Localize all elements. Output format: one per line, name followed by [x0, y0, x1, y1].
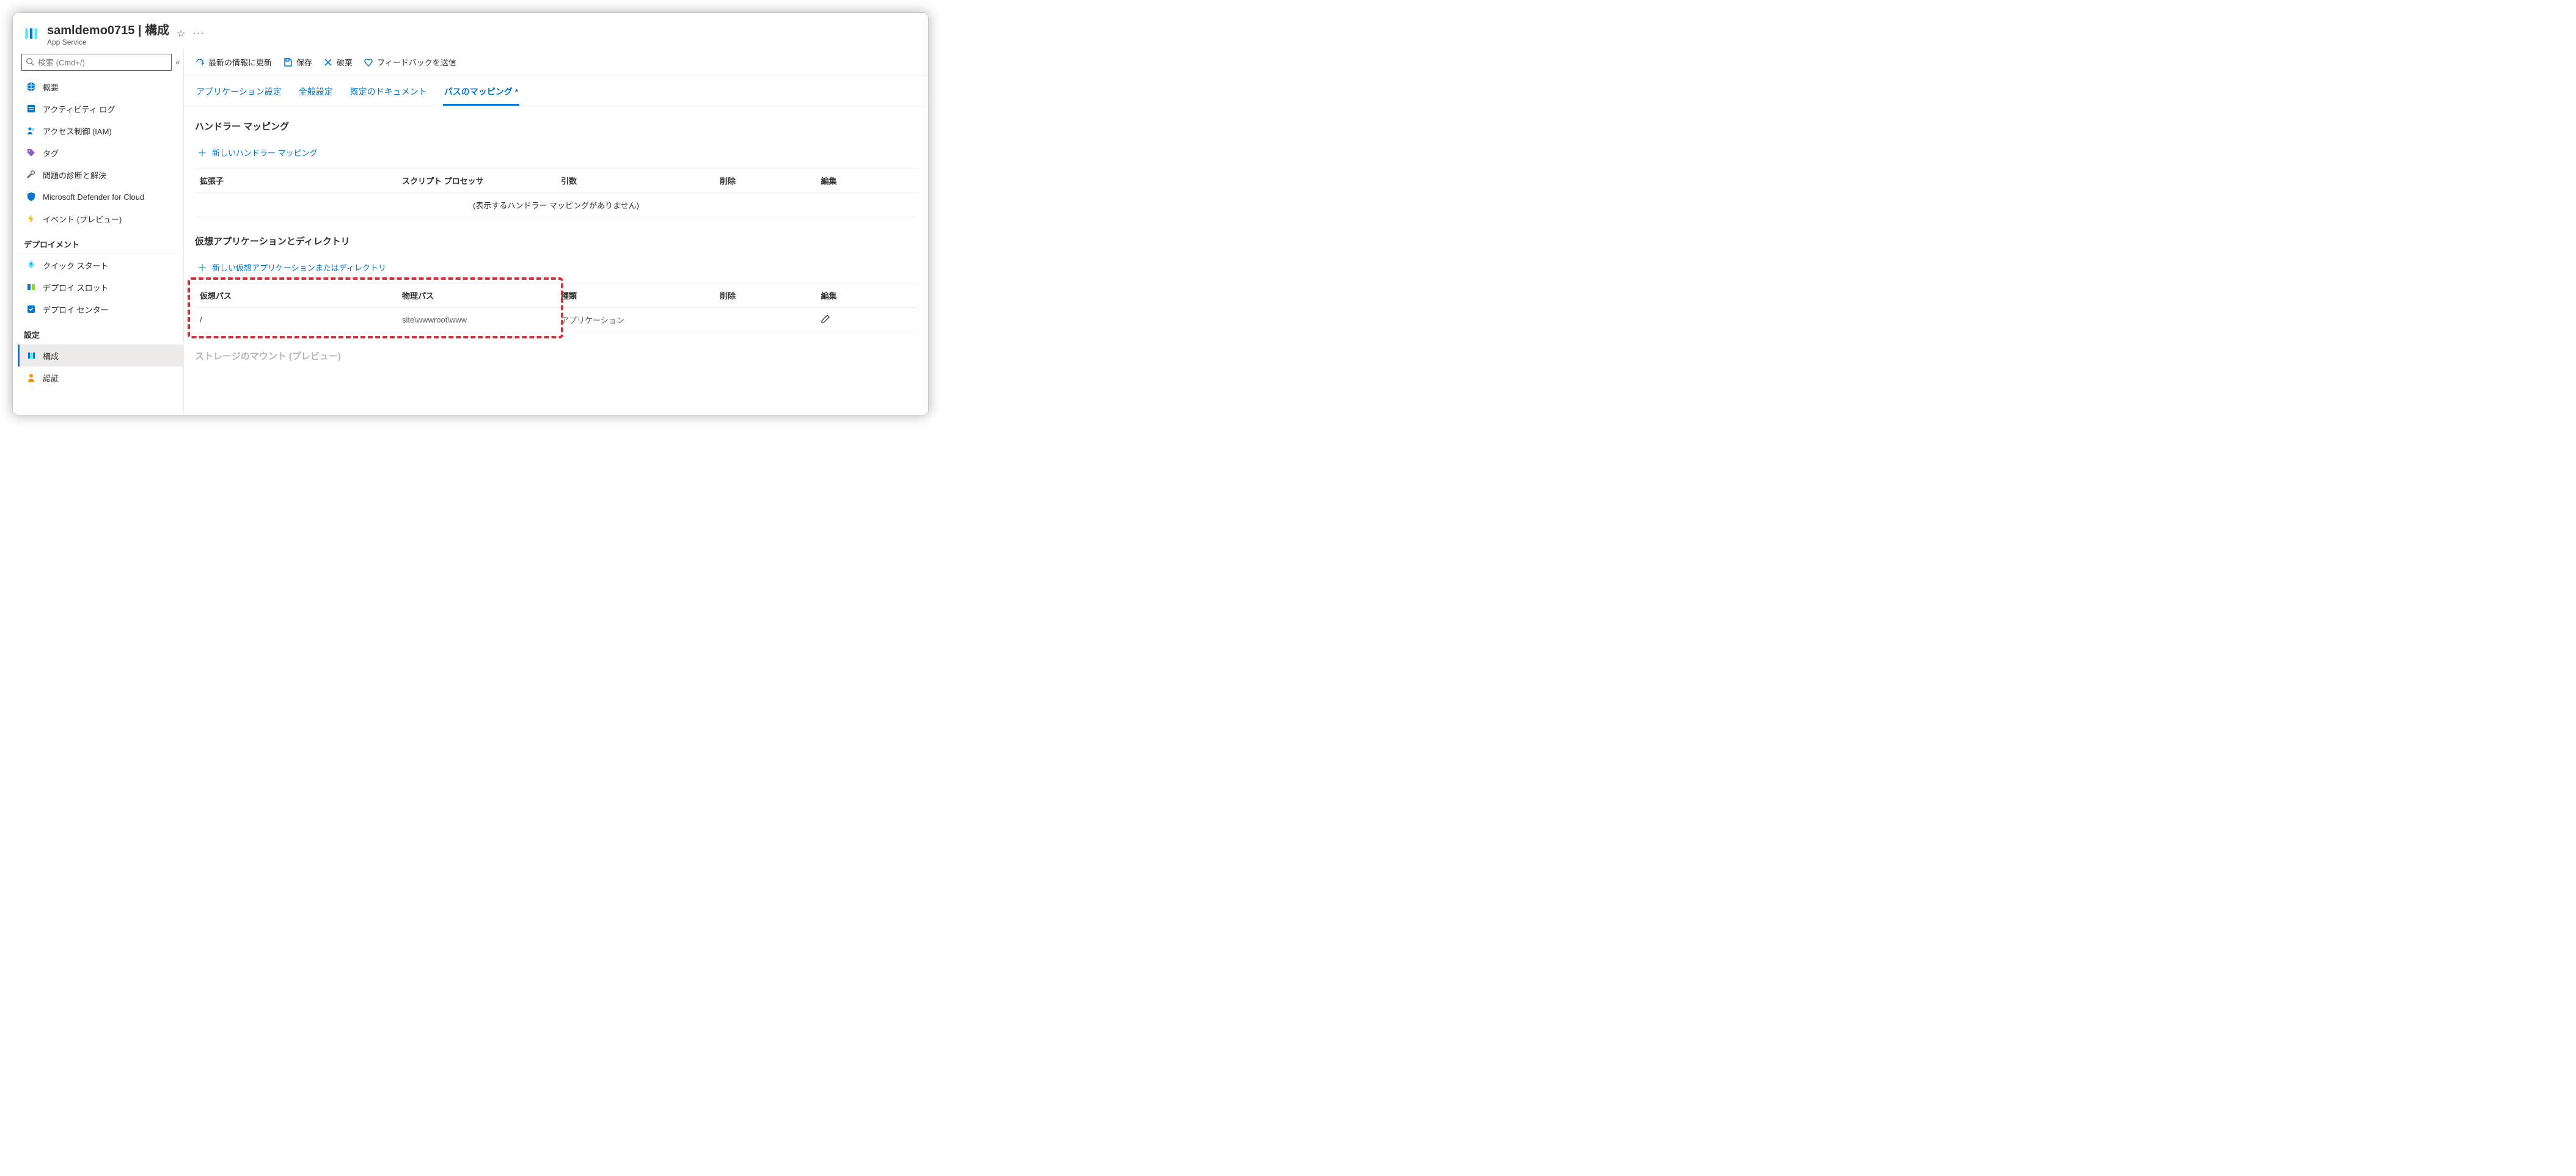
handler-mappings-heading: ハンドラー マッピング — [195, 120, 917, 133]
sidebar-item-iam[interactable]: アクセス制御 (IAM) — [18, 120, 183, 142]
sidebar-item-diagnose[interactable]: 問題の診断と解決 — [18, 164, 183, 186]
rocket-icon — [26, 260, 37, 271]
edit-row-button[interactable] — [821, 316, 830, 326]
sidebar-item-overview[interactable]: 概要 — [18, 76, 183, 98]
pencil-icon — [821, 314, 830, 324]
col-delete: 削除 — [715, 283, 816, 308]
tab-application-settings[interactable]: アプリケーション設定 — [195, 82, 283, 106]
col-script-processor: スクリプト プロセッサ — [397, 169, 556, 193]
cell-kind: アプリケーション — [556, 308, 715, 332]
more-menu-icon[interactable]: ··· — [192, 28, 204, 39]
slots-icon — [26, 282, 37, 293]
command-bar: 最新の情報に更新 保存 破棄 フィードバックを送信 — [184, 49, 928, 76]
sidebar-item-label: 問題の診断と解決 — [43, 169, 106, 181]
save-button[interactable]: 保存 — [283, 56, 312, 68]
sidebar-item-label: デプロイ センター — [43, 304, 109, 315]
sidebar-item-quickstart[interactable]: クイック スタート — [18, 254, 183, 276]
handler-empty-row: (表示するハンドラー マッピングがありません) — [195, 193, 917, 217]
tab-default-documents[interactable]: 既定のドキュメント — [349, 82, 428, 106]
sidebar: « 概要 アクティビティ ログ アクセス制御 (IAM) タグ 問題の診断と解決 — [13, 49, 184, 415]
plus-icon: ＋ — [197, 145, 207, 159]
sidebar-item-label: タグ — [43, 147, 59, 159]
sidebar-group-settings: 設定 — [18, 320, 177, 345]
tab-path-mappings[interactable]: パスのマッピング * — [443, 82, 519, 106]
sidebar-item-deployment-center[interactable]: デプロイ センター — [18, 298, 183, 320]
globe-icon — [26, 81, 37, 92]
collapse-sidebar-icon[interactable]: « — [175, 58, 180, 67]
sidebar-item-label: 構成 — [43, 350, 59, 362]
cell-edit — [816, 308, 917, 332]
refresh-icon — [195, 57, 205, 67]
sidebar-item-label: アクセス制御 (IAM) — [43, 125, 112, 137]
sidebar-item-defender[interactable]: Microsoft Defender for Cloud — [18, 186, 183, 208]
sidebar-item-label: クイック スタート — [43, 260, 109, 271]
tab-general-settings[interactable]: 全般設定 — [298, 82, 334, 106]
col-type: 種類 — [556, 283, 715, 308]
sidebar-item-label: Microsoft Defender for Cloud — [43, 192, 144, 202]
discard-button[interactable]: 破棄 — [323, 56, 353, 68]
col-arguments: 引数 — [556, 169, 715, 193]
sidebar-item-label: 概要 — [43, 81, 59, 93]
app-service-icon — [23, 25, 40, 42]
page-title: samldemo0715 | 構成 — [47, 20, 169, 38]
people-icon — [26, 125, 37, 136]
sidebar-search[interactable] — [21, 54, 172, 71]
refresh-button[interactable]: 最新の情報に更新 — [195, 56, 272, 68]
heart-icon — [364, 57, 373, 67]
feedback-button[interactable]: フィードバックを送信 — [364, 56, 456, 68]
col-physical-path: 物理パス — [397, 283, 556, 308]
tab-bar: アプリケーション設定 全般設定 既定のドキュメント パスのマッピング * — [184, 76, 928, 106]
tag-icon — [26, 147, 37, 158]
col-extension: 拡張子 — [195, 169, 397, 193]
search-input[interactable] — [38, 58, 167, 67]
save-icon — [283, 57, 293, 67]
col-virtual-path: 仮想パス — [195, 283, 397, 308]
favorite-star-icon[interactable]: ☆ — [177, 27, 185, 40]
dirty-indicator: * — [515, 87, 518, 97]
col-edit: 編集 — [816, 169, 917, 193]
sidebar-item-label: デプロイ スロット — [43, 282, 109, 293]
plus-icon: ＋ — [197, 260, 207, 274]
wrench-icon — [26, 169, 37, 180]
sidebar-item-label: イベント (プレビュー) — [43, 213, 122, 225]
activity-log-icon — [26, 103, 37, 114]
sidebar-item-label: アクティビティ ログ — [43, 103, 115, 115]
cell-physical-path: site\wwwroot\www — [397, 308, 556, 332]
sidebar-group-deployment: デプロイメント — [18, 230, 177, 254]
storage-mount-heading: ストレージのマウント (プレビュー) — [195, 349, 917, 362]
sidebar-item-authentication[interactable]: 認証 — [18, 367, 183, 389]
deployment-center-icon — [26, 304, 37, 315]
search-icon — [26, 57, 34, 68]
page-subtitle: App Service — [47, 38, 169, 46]
shield-icon — [26, 191, 37, 202]
virtual-applications-heading: 仮想アプリケーションとディレクトリ — [195, 235, 917, 247]
col-edit: 編集 — [816, 283, 917, 308]
cell-virtual-path: / — [195, 308, 397, 332]
add-handler-mapping-button[interactable]: ＋ 新しいハンドラー マッピング — [195, 141, 917, 163]
sidebar-item-label: 認証 — [43, 372, 59, 384]
sidebar-item-tags[interactable]: タグ — [18, 142, 183, 164]
sidebar-item-configuration[interactable]: 構成 — [18, 345, 183, 367]
sidebar-item-slots[interactable]: デプロイ スロット — [18, 276, 183, 298]
lightning-icon — [26, 213, 37, 224]
handler-mappings-table: 拡張子 スクリプト プロセッサ 引数 削除 編集 (表示するハンドラー マッピン… — [195, 168, 917, 217]
table-row: / site\wwwroot\www アプリケーション — [195, 308, 917, 332]
close-icon — [323, 57, 333, 67]
sidebar-item-activity-log[interactable]: アクティビティ ログ — [18, 98, 183, 120]
col-delete: 削除 — [715, 169, 816, 193]
virtual-applications-table: 仮想パス 物理パス 種類 削除 編集 / site\wwwroot\www アプ… — [195, 283, 917, 332]
cell-delete — [715, 308, 816, 332]
add-virtual-application-button[interactable]: ＋ 新しい仮想アプリケーションまたはディレクトリ — [195, 256, 917, 278]
configuration-icon — [26, 350, 37, 361]
sidebar-item-events[interactable]: イベント (プレビュー) — [18, 208, 183, 230]
person-icon — [26, 372, 37, 383]
